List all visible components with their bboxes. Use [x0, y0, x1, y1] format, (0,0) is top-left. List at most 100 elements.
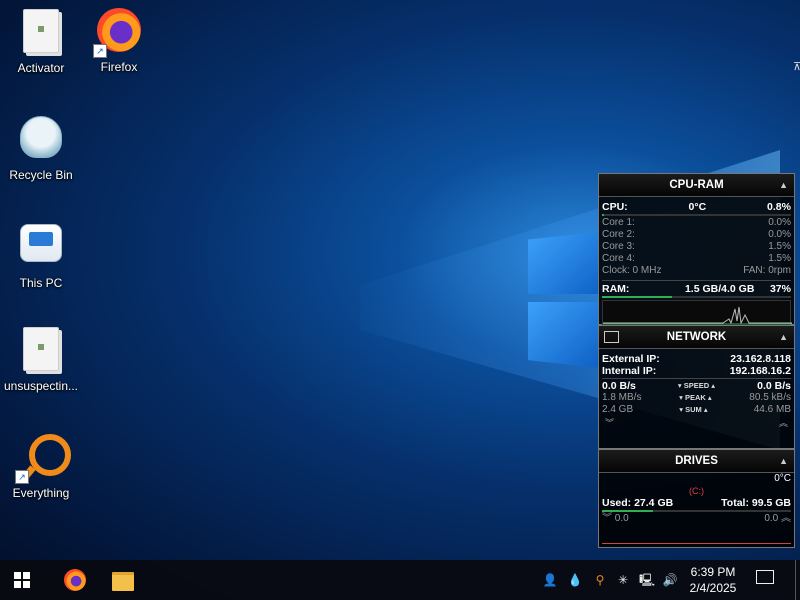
core-value: 0.0% — [768, 217, 791, 228]
taskbar: 👤 💧 ⚲ ✳ 🖳 🔊 6:39 PM 2/4/2025 — [0, 560, 800, 600]
collapse-arrow-icon[interactable]: ▲ — [779, 326, 788, 348]
upload-speed: 0.0 B/s — [757, 380, 791, 392]
start-button[interactable] — [0, 560, 44, 600]
core-value: 0.0% — [768, 229, 791, 240]
speed-label: ▾ SPEED ▴ — [677, 381, 716, 390]
cpu-temperature: 0°C — [688, 201, 707, 213]
core-value: 1.5% — [768, 253, 791, 264]
network-graph-row: ︾ ︽ — [599, 416, 794, 428]
clock-date: 2/4/2025 — [689, 581, 737, 595]
drive-usage-row: Used: 27.4 GB Total: 99.5 GB — [599, 497, 794, 509]
drive-usage-bar — [602, 510, 791, 512]
drive-write-chevron-icon: 0.0 ︽ — [764, 513, 791, 524]
everything-tray-icon[interactable]: ⚲ — [592, 572, 608, 588]
everything-icon: ↗ — [15, 434, 71, 484]
desktop-icon-this-pc[interactable]: This PC — [2, 218, 80, 290]
drive-read: 0.0 — [614, 513, 629, 524]
cpu-ram-gadget[interactable]: CPU-RAM ▲ CPU: 0°C 0.8% Core 1: 0.0% Cor… — [598, 173, 795, 330]
download-chevron-icon: ︾ — [605, 418, 615, 428]
windows-start-icon — [14, 572, 30, 588]
gadget-header[interactable]: NETWORK ▲ — [599, 326, 794, 349]
external-ip-label: External IP: — [602, 353, 660, 365]
network-adapter-icon[interactable] — [604, 331, 619, 343]
core-row: Core 1: 0.0% — [599, 217, 794, 229]
taskbar-file-explorer-button[interactable] — [100, 560, 144, 600]
gadget-title: DRIVES — [675, 455, 718, 467]
computer-icon — [17, 224, 65, 272]
sum-label: ▾ SUM ▴ — [679, 405, 708, 414]
download-peak: 1.8 MB/s — [602, 392, 642, 403]
cpu-label: CPU: — [602, 201, 628, 213]
ram-usage-bar — [602, 296, 791, 298]
sum-row: 2.4 GB ▾ SUM ▴ 44.6 MB — [599, 404, 794, 416]
drive-letter[interactable]: (C:) — [599, 485, 794, 497]
core-label: Core 2: — [602, 229, 635, 240]
desktop-icon-unsuspecting[interactable]: unsuspectin... — [2, 324, 80, 393]
desktop-edge-marker: ⊼ — [793, 61, 800, 73]
ram-percent: 37% — [769, 283, 791, 295]
gadget-header[interactable]: DRIVES ▲ — [599, 450, 794, 473]
peak-row: 1.8 MB/s ▾ PEAK ▴ 80.5 kB/s — [599, 392, 794, 404]
desktop-icon-firefox[interactable]: ↗ Firefox — [80, 6, 158, 74]
drive-io-row: ︾ 0.0 0.0 ︽ — [599, 513, 794, 525]
ram-row: RAM: 1.5 GB/4.0 GB 37% — [599, 283, 794, 295]
upload-peak: 80.5 kB/s — [749, 392, 791, 403]
core-row: Core 4: 1.5% — [599, 253, 794, 265]
fan-speed: FAN: 0rpm — [743, 265, 791, 276]
speed-row: 0.0 B/s ▾ SPEED ▴ 0.0 B/s — [599, 380, 794, 392]
desktop-icon-recycle-bin[interactable]: Recycle Bin — [2, 112, 80, 182]
folder-icon — [17, 9, 65, 57]
desktop-icon-label: Firefox — [100, 60, 138, 74]
external-ip-value: 23.162.8.118 — [730, 353, 791, 365]
desktop-icon-activator[interactable]: Activator — [2, 6, 80, 75]
external-ip-row: External IP: 23.162.8.118 — [599, 353, 794, 365]
core-label: Core 1: — [602, 217, 635, 228]
core-row: Core 2: 0.0% — [599, 229, 794, 241]
network-tray-icon[interactable]: 🖳 — [639, 572, 655, 588]
drive-write: 0.0 — [764, 513, 779, 524]
desktop-icon-label: Activator — [17, 61, 65, 75]
gadget-header[interactable]: CPU-RAM ▲ — [599, 174, 794, 197]
cpu-row: CPU: 0°C 0.8% — [599, 201, 794, 213]
drive-temperature: 0°C — [774, 473, 791, 484]
internal-ip-row: Internal IP: 192.168.16.2 — [599, 365, 794, 377]
volume-tray-icon[interactable]: 🔊 — [662, 572, 678, 588]
network-gadget[interactable]: NETWORK ▲ External IP: 23.162.8.118 Inte… — [598, 325, 795, 449]
drive-used: Used: 27.4 GB — [602, 497, 674, 509]
drive-temp-row: 0°C — [599, 473, 794, 485]
internal-ip-value: 192.168.16.2 — [729, 365, 791, 377]
drive-read-chevron-icon: ︾ 0.0 — [602, 513, 629, 524]
download-sum: 2.4 GB — [602, 404, 634, 415]
drive-total: Total: 99.5 GB — [721, 497, 791, 509]
clock-fan-row: Clock: 0 MHz FAN: 0rpm — [599, 265, 794, 277]
gadget-title: CPU-RAM — [669, 179, 724, 191]
core-label: Core 4: — [602, 253, 635, 264]
show-desktop-button[interactable] — [795, 560, 800, 600]
clock-time: 6:39 PM — [690, 565, 736, 579]
desktop-icon-everything[interactable]: ↗ Everything — [2, 430, 80, 500]
user-tray-icon[interactable]: 👤 — [542, 572, 558, 588]
upload-sum: 44.6 MB — [753, 404, 791, 415]
file-explorer-icon — [112, 572, 134, 591]
notification-center-icon[interactable] — [756, 570, 774, 584]
upload-chevron-icon: ︽ — [778, 418, 788, 428]
droplet-tray-icon[interactable]: 💧 — [567, 572, 583, 588]
recycle-bin-icon — [17, 116, 65, 164]
drive-activity-line — [602, 543, 791, 544]
desktop-icon-label: Everything — [12, 486, 70, 500]
download-speed: 0.0 B/s — [602, 380, 636, 392]
cpu-clock: Clock: 0 MHz — [602, 265, 662, 276]
collapse-arrow-icon[interactable]: ▲ — [779, 450, 788, 472]
ram-amount: 1.5 GB/4.0 GB — [684, 283, 755, 295]
wallpaper-logo-pane — [528, 302, 600, 368]
drives-gadget[interactable]: DRIVES ▲ 0°C (C:) Used: 27.4 GB Total: 9… — [598, 449, 795, 548]
taskbar-clock[interactable]: 6:39 PM 2/4/2025 — [683, 564, 743, 596]
firefox-icon: ↗ — [93, 8, 143, 58]
snowflake-tray-icon[interactable]: ✳ — [615, 572, 631, 588]
shortcut-arrow-icon: ↗ — [93, 44, 107, 58]
collapse-arrow-icon[interactable]: ▲ — [779, 174, 788, 196]
ram-label: RAM: — [602, 283, 630, 295]
desktop-icon-label: This PC — [19, 276, 63, 290]
taskbar-firefox-button[interactable] — [51, 560, 95, 600]
peak-label: ▾ PEAK ▴ — [679, 393, 712, 402]
